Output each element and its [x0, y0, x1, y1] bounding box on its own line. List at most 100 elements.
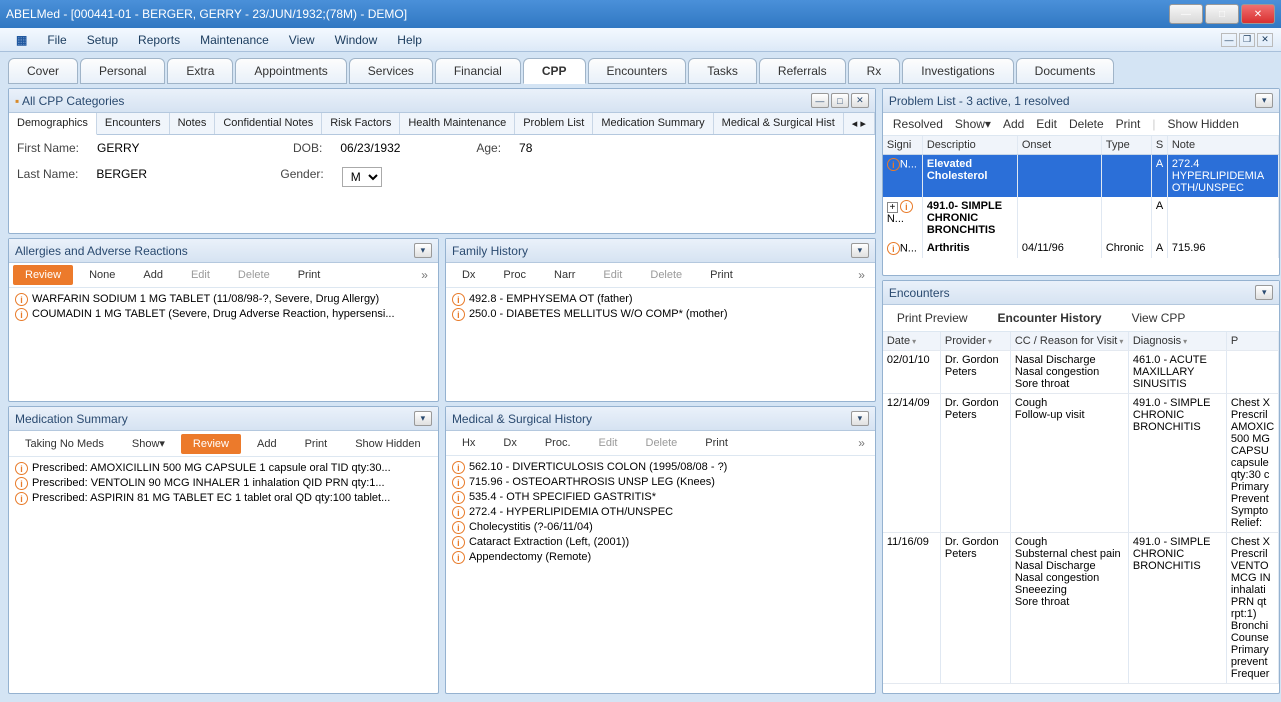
family-proc-button[interactable]: Proc [491, 265, 538, 285]
list-item[interactable]: 250.0 - DIABETES MELLITUS W/O COMP* (mot… [452, 307, 869, 322]
col-onset[interactable]: Onset [1018, 136, 1102, 154]
subtab-problem-list[interactable]: Problem List [515, 113, 593, 134]
menu-help[interactable]: Help [389, 31, 430, 49]
problem-row[interactable]: +N...491.0- SIMPLE CHRONIC BRONCHITISA [883, 197, 1279, 239]
menu-window[interactable]: Window [327, 31, 386, 49]
family-dx-button[interactable]: Dx [450, 265, 487, 285]
meds-hidden-button[interactable]: Show Hidden [343, 434, 432, 454]
col-signi[interactable]: Signi [883, 136, 923, 154]
tab-appointments[interactable]: Appointments [235, 58, 346, 84]
mdi-close-button[interactable]: ✕ [1257, 33, 1273, 47]
enc-history[interactable]: Encounter History [998, 311, 1102, 325]
maximize-button[interactable]: □ [1205, 4, 1239, 24]
tab-cover[interactable]: Cover [8, 58, 78, 84]
panel-menu-icon[interactable]: ▾ [1255, 93, 1273, 108]
problems-edit-button[interactable]: Edit [1036, 117, 1057, 131]
list-item[interactable]: Cataract Extraction (Left, (2001)) [452, 535, 869, 550]
panel-maximize-icon[interactable]: □ [831, 93, 849, 108]
msh-dx-button[interactable]: Dx [491, 433, 528, 453]
tab-tasks[interactable]: Tasks [688, 58, 757, 84]
list-item[interactable]: 715.96 - OSTEOARTHROSIS UNSP LEG (Knees) [452, 475, 869, 490]
col-p[interactable]: P [1227, 332, 1279, 350]
menu-view[interactable]: View [281, 31, 323, 49]
col-type[interactable]: Type [1102, 136, 1152, 154]
problems-show-hidden-button[interactable]: Show Hidden [1167, 117, 1238, 131]
enc-view-cpp[interactable]: View CPP [1132, 311, 1186, 325]
menu-maintenance[interactable]: Maintenance [192, 31, 277, 49]
msh-print-button[interactable]: Print [693, 433, 740, 453]
meds-show-button[interactable]: Show▾ [120, 433, 177, 454]
msh-edit-button[interactable]: Edit [587, 433, 630, 453]
subtab-confidential-notes[interactable]: Confidential Notes [215, 113, 322, 134]
list-item[interactable]: Appendectomy (Remote) [452, 550, 869, 565]
expand-icon[interactable]: + [887, 202, 898, 213]
family-narr-button[interactable]: Narr [542, 265, 587, 285]
panel-menu-icon[interactable]: ▾ [851, 411, 869, 426]
problems-show--button[interactable]: Show▾ [955, 117, 991, 131]
col-cc[interactable]: CC / Reason for Visit [1011, 332, 1129, 350]
tab-financial[interactable]: Financial [435, 58, 521, 84]
encounter-row[interactable]: 11/16/09Dr. Gordon PetersCough Substerna… [883, 533, 1279, 684]
meds-add-button[interactable]: Add [245, 434, 289, 454]
panel-close-icon[interactable]: ✕ [851, 93, 869, 108]
col-provider[interactable]: Provider [941, 332, 1011, 350]
problems-print-button[interactable]: Print [1116, 117, 1141, 131]
problem-row[interactable]: N...Elevated CholesterolA272.4 HYPERLIPI… [883, 155, 1279, 197]
encounter-row[interactable]: 12/14/09Dr. Gordon PetersCough Follow-up… [883, 394, 1279, 533]
subtab-notes[interactable]: Notes [170, 113, 216, 134]
col-desc[interactable]: Descriptio [923, 136, 1018, 154]
more-icon[interactable]: » [852, 436, 871, 450]
menu-reports[interactable]: Reports [130, 31, 188, 49]
panel-menu-icon[interactable]: ▾ [1255, 285, 1273, 300]
allergies-delete-button[interactable]: Delete [226, 265, 282, 285]
problems-resolved-button[interactable]: Resolved [893, 117, 943, 131]
panel-minimize-icon[interactable]: — [811, 93, 829, 108]
gender-select[interactable]: M [342, 167, 382, 187]
panel-menu-icon[interactable]: ▾ [851, 243, 869, 258]
subtab-scroll[interactable]: ◂ ▸ [844, 113, 875, 134]
tab-investigations[interactable]: Investigations [902, 58, 1013, 84]
allergies-edit-button[interactable]: Edit [179, 265, 222, 285]
family-edit-button[interactable]: Edit [591, 265, 634, 285]
col-s[interactable]: S [1152, 136, 1168, 154]
mdi-minimize-button[interactable]: — [1221, 33, 1237, 47]
tab-referrals[interactable]: Referrals [759, 58, 846, 84]
list-item[interactable]: 272.4 - HYPERLIPIDEMIA OTH/UNSPEC [452, 505, 869, 520]
family-delete-button[interactable]: Delete [638, 265, 694, 285]
list-item[interactable]: 562.10 - DIVERTICULOSIS COLON (1995/08/0… [452, 460, 869, 475]
list-item[interactable]: 492.8 - EMPHYSEMA OT (father) [452, 292, 869, 307]
encounter-row[interactable]: 02/01/10Dr. Gordon PetersNasal Discharge… [883, 351, 1279, 394]
tab-documents[interactable]: Documents [1016, 58, 1115, 84]
col-note[interactable]: Note [1168, 136, 1279, 154]
problems-delete-button[interactable]: Delete [1069, 117, 1104, 131]
tab-services[interactable]: Services [349, 58, 433, 84]
problem-row[interactable]: N...Arthritis04/11/96ChronicA715.96 [883, 239, 1279, 258]
menu-file[interactable]: File [39, 31, 74, 49]
list-item[interactable]: Prescribed: VENTOLIN 90 MCG INHALER 1 in… [15, 476, 432, 491]
family-print-button[interactable]: Print [698, 265, 745, 285]
list-item[interactable]: 535.4 - OTH SPECIFIED GASTRITIS* [452, 490, 869, 505]
more-icon[interactable]: » [415, 268, 434, 282]
allergies-none-button[interactable]: None [77, 265, 127, 285]
list-item[interactable]: Prescribed: ASPIRIN 81 MG TABLET EC 1 ta… [15, 491, 432, 506]
mdi-restore-button[interactable]: ❐ [1239, 33, 1255, 47]
list-item[interactable]: Prescribed: AMOXICILLIN 500 MG CAPSULE 1… [15, 461, 432, 476]
close-button[interactable]: ✕ [1241, 4, 1275, 24]
subtab-health-maintenance[interactable]: Health Maintenance [400, 113, 515, 134]
menu-setup[interactable]: Setup [79, 31, 126, 49]
col-diagnosis[interactable]: Diagnosis [1129, 332, 1227, 350]
list-item[interactable]: WARFARIN SODIUM 1 MG TABLET (11/08/98-?,… [15, 292, 432, 307]
tab-personal[interactable]: Personal [80, 58, 165, 84]
msh-hx-button[interactable]: Hx [450, 433, 487, 453]
subtab-encounters[interactable]: Encounters [97, 113, 170, 134]
msh-proc-button[interactable]: Proc. [533, 433, 583, 453]
panel-menu-icon[interactable]: ▾ [414, 243, 432, 258]
list-item[interactable]: COUMADIN 1 MG TABLET (Severe, Drug Adver… [15, 307, 432, 322]
meds-print-button[interactable]: Print [293, 434, 340, 454]
list-item[interactable]: Cholecystitis (?-06/11/04) [452, 520, 869, 535]
more-icon[interactable]: » [852, 268, 871, 282]
subtab-medication-summary[interactable]: Medication Summary [593, 113, 713, 134]
allergies-add-button[interactable]: Add [131, 265, 175, 285]
panel-menu-icon[interactable]: ▾ [414, 411, 432, 426]
subtab-demographics[interactable]: Demographics [9, 113, 97, 135]
